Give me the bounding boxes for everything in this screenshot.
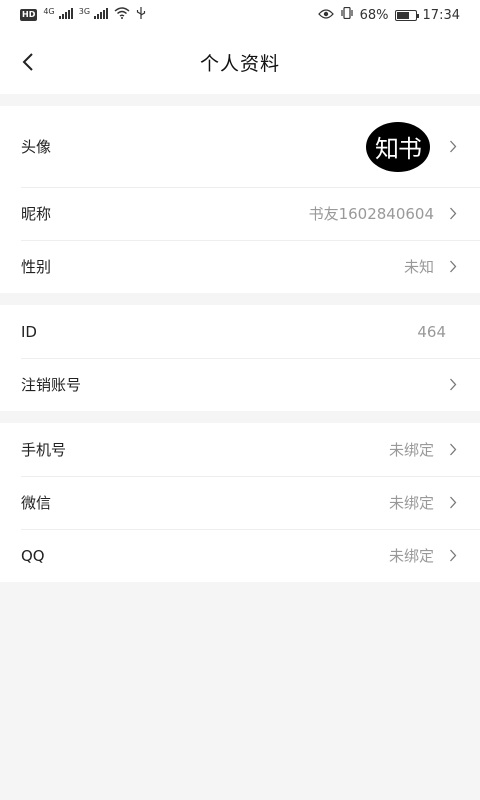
chevron-right-icon (448, 549, 458, 563)
wechat-label: 微信 (21, 494, 52, 512)
page-title: 个人资料 (199, 52, 280, 75)
status-bar-right: 68% 17:34 (317, 6, 460, 23)
account-group: ID 464 注销账号 (0, 305, 480, 411)
qq-row[interactable]: QQ 未绑定 (0, 529, 480, 582)
nickname-row[interactable]: 昵称 书友1602840604 (0, 187, 480, 240)
wifi-icon (114, 7, 130, 23)
qq-status: 未绑定 (388, 547, 434, 565)
avatar-label: 头像 (21, 138, 52, 156)
signal-icon: 3G (78, 6, 109, 23)
wechat-status: 未绑定 (388, 494, 434, 512)
section-divider (0, 411, 480, 423)
profile-content: 头像 知书 昵称 书友1602840604 性别 未知 ID 464 注销账号 … (0, 94, 480, 582)
phone-row[interactable]: 手机号 未绑定 (0, 423, 480, 476)
phone-status: 未绑定 (388, 441, 434, 459)
nickname-label: 昵称 (21, 205, 52, 223)
id-label: ID (21, 322, 37, 341)
qq-label: QQ (21, 546, 45, 565)
gender-row[interactable]: 性别 未知 (0, 240, 480, 293)
binding-group: 手机号 未绑定 微信 未绑定 QQ 未绑定 (0, 423, 480, 582)
id-value: 464 (417, 322, 446, 341)
status-bar: HD 4G 3G 68% 17:34 (0, 0, 480, 30)
section-divider (0, 293, 480, 305)
network-type-label: 4G (43, 6, 55, 16)
chevron-right-icon (448, 496, 458, 510)
back-button[interactable] (10, 42, 46, 82)
vibrate-icon (340, 6, 354, 23)
clock: 17:34 (422, 7, 460, 23)
gender-value: 未知 (403, 258, 434, 276)
nickname-value: 书友1602840604 (308, 205, 434, 223)
status-bar-left: HD 4G 3G (20, 7, 146, 23)
deregister-account-row[interactable]: 注销账号 (0, 358, 480, 411)
battery-percent: 68% (359, 7, 389, 23)
avatar: 知书 (366, 121, 430, 172)
nav-header: 个人资料 (0, 30, 480, 94)
id-row: ID 464 (0, 305, 480, 358)
hd-badge: HD (20, 9, 38, 21)
usb-icon (136, 7, 146, 23)
section-divider (0, 94, 480, 106)
phone-label: 手机号 (21, 441, 67, 459)
chevron-right-icon (448, 443, 458, 457)
avatar-row[interactable]: 头像 知书 (0, 106, 480, 187)
chevron-right-icon (448, 260, 458, 274)
network-type-label: 3G (78, 6, 91, 16)
profile-group: 头像 知书 昵称 书友1602840604 性别 未知 (0, 106, 480, 293)
wechat-row[interactable]: 微信 未绑定 (0, 476, 480, 529)
signal-icon: 4G (43, 6, 73, 23)
chevron-right-icon (448, 140, 458, 154)
deregister-account-label: 注销账号 (21, 376, 82, 394)
chevron-left-icon (22, 53, 33, 71)
chevron-right-icon (448, 378, 458, 392)
eye-comfort-icon (317, 8, 334, 23)
gender-label: 性别 (21, 258, 52, 276)
chevron-right-icon (448, 207, 458, 221)
battery-icon (394, 9, 419, 21)
